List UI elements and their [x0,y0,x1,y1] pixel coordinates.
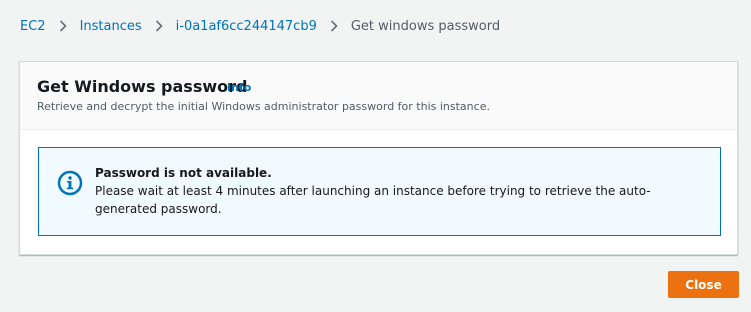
alert-message: Please wait at least 4 minutes after lau… [95,184,651,216]
breadcrumb-instance-id-link[interactable]: i-0a1af6cc244147cb9 [176,19,317,34]
panel-header: Get Windows password Info Retrieve and d… [20,62,737,130]
chevron-right-icon [317,16,351,36]
chevron-right-icon [142,16,176,36]
breadcrumb-ec2-link[interactable]: EC2 [20,19,46,34]
breadcrumb-instances-link[interactable]: Instances [80,19,142,34]
get-windows-password-panel: Get Windows password Info Retrieve and d… [19,61,738,255]
info-circle-icon [57,170,83,196]
breadcrumb: EC2 Instances i-0a1af6cc244147cb9 Get wi… [20,16,500,36]
info-link[interactable]: Info [227,81,251,95]
chevron-right-icon [46,16,80,36]
panel-description: Retrieve and decrypt the initial Windows… [37,100,490,113]
password-unavailable-alert: Password is not available. Please wait a… [38,147,721,236]
breadcrumb-current-page: Get windows password [350,18,501,34]
alert-title: Password is not available. [95,166,272,180]
panel-title: Get Windows password [37,77,248,96]
close-button[interactable]: Close [668,271,739,298]
